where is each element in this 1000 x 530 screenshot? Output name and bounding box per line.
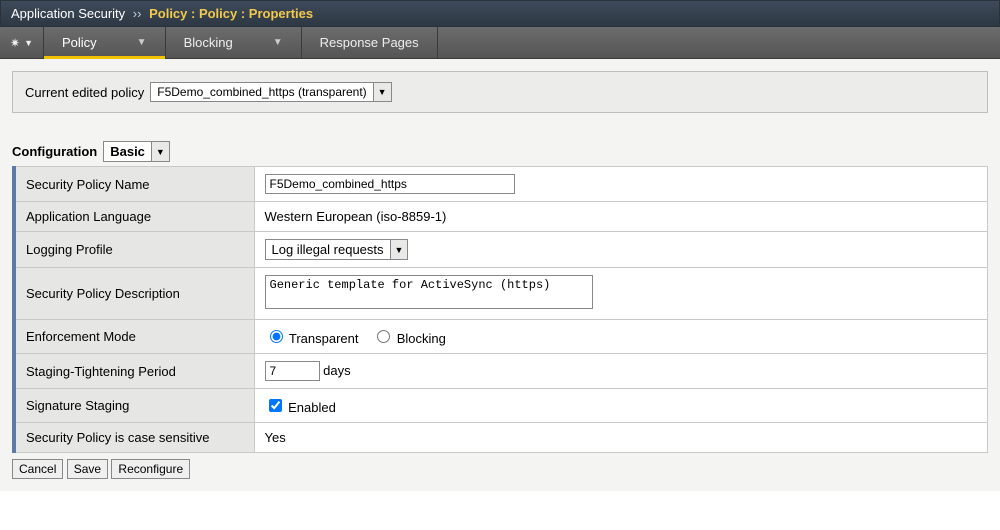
breadcrumb-separator: ›› — [129, 6, 146, 21]
reconfigure-button[interactable]: Reconfigure — [111, 459, 190, 479]
signature-staging-label: Enabled — [288, 400, 336, 415]
enforcement-blocking-label: Blocking — [397, 331, 446, 346]
chevron-down-icon: ▼ — [151, 142, 169, 161]
chevron-down-icon: ▼ — [373, 83, 391, 101]
row-label-staging-period: Staging-Tightening Period — [14, 354, 254, 389]
enforcement-blocking-radio[interactable] — [377, 330, 390, 343]
chevron-down-icon: ▼ — [273, 37, 283, 48]
title-bar: Application Security ›› Policy : Policy … — [0, 0, 1000, 27]
enforcement-transparent-option[interactable]: Transparent — [265, 331, 363, 346]
configuration-select[interactable]: Basic ▼ — [103, 141, 170, 162]
breadcrumb: Policy : Policy : Properties — [149, 6, 313, 21]
action-buttons: Cancel Save Reconfigure — [12, 459, 988, 479]
save-button[interactable]: Save — [67, 459, 108, 479]
enforcement-blocking-option[interactable]: Blocking — [372, 331, 446, 346]
row-label-logging-profile: Logging Profile — [14, 232, 254, 268]
logging-profile-select[interactable]: Log illegal requests ▼ — [265, 239, 409, 260]
row-label-case-sensitive: Security Policy is case sensitive — [14, 423, 254, 453]
current-policy-label: Current edited policy — [25, 85, 144, 100]
app-name: Application Security — [11, 6, 125, 21]
signature-staging-checkbox[interactable] — [269, 399, 282, 412]
signature-staging-option[interactable]: Enabled — [265, 400, 336, 415]
properties-table: Security Policy Name Application Languag… — [12, 166, 988, 453]
tab-response-pages[interactable]: Response Pages — [302, 27, 438, 58]
tab-response-label: Response Pages — [320, 35, 419, 50]
case-sensitive-value: Yes — [254, 423, 988, 453]
staging-period-input[interactable] — [265, 361, 320, 381]
chevron-down-icon: ▼ — [137, 37, 147, 48]
chevron-down-icon: ▼ — [390, 240, 408, 259]
configuration-value: Basic — [104, 142, 151, 161]
row-label-enforcement: Enforcement Mode — [14, 320, 254, 354]
app-language-value: Western European (iso-8859-1) — [254, 202, 988, 232]
tab-blocking-label: Blocking — [184, 35, 233, 50]
settings-gear-menu[interactable]: ✷ ▼ — [0, 27, 44, 58]
row-label-app-language: Application Language — [14, 202, 254, 232]
configuration-label: Configuration — [12, 144, 97, 159]
current-policy-value: F5Demo_combined_https (transparent) — [151, 83, 372, 101]
row-label-policy-name: Security Policy Name — [14, 167, 254, 202]
tab-policy-label: Policy — [62, 35, 97, 50]
gear-icon: ✷ — [10, 36, 20, 50]
cancel-button[interactable]: Cancel — [12, 459, 63, 479]
row-label-signature-staging: Signature Staging — [14, 389, 254, 423]
main-content: Current edited policy F5Demo_combined_ht… — [0, 59, 1000, 491]
enforcement-transparent-radio[interactable] — [270, 330, 283, 343]
current-policy-select[interactable]: F5Demo_combined_https (transparent) ▼ — [150, 82, 391, 102]
staging-period-unit: days — [323, 363, 350, 378]
current-policy-panel: Current edited policy F5Demo_combined_ht… — [12, 71, 988, 113]
policy-description-textarea[interactable] — [265, 275, 593, 309]
policy-name-input[interactable] — [265, 174, 515, 194]
tab-blocking[interactable]: Blocking ▼ — [166, 27, 302, 58]
row-label-description: Security Policy Description — [14, 268, 254, 320]
logging-profile-value: Log illegal requests — [266, 240, 390, 259]
chevron-down-icon: ▼ — [24, 38, 33, 48]
tab-policy[interactable]: Policy ▼ — [44, 27, 166, 58]
tab-bar: ✷ ▼ Policy ▼ Blocking ▼ Response Pages — [0, 27, 1000, 59]
configuration-row: Configuration Basic ▼ — [12, 141, 988, 162]
enforcement-transparent-label: Transparent — [289, 331, 359, 346]
